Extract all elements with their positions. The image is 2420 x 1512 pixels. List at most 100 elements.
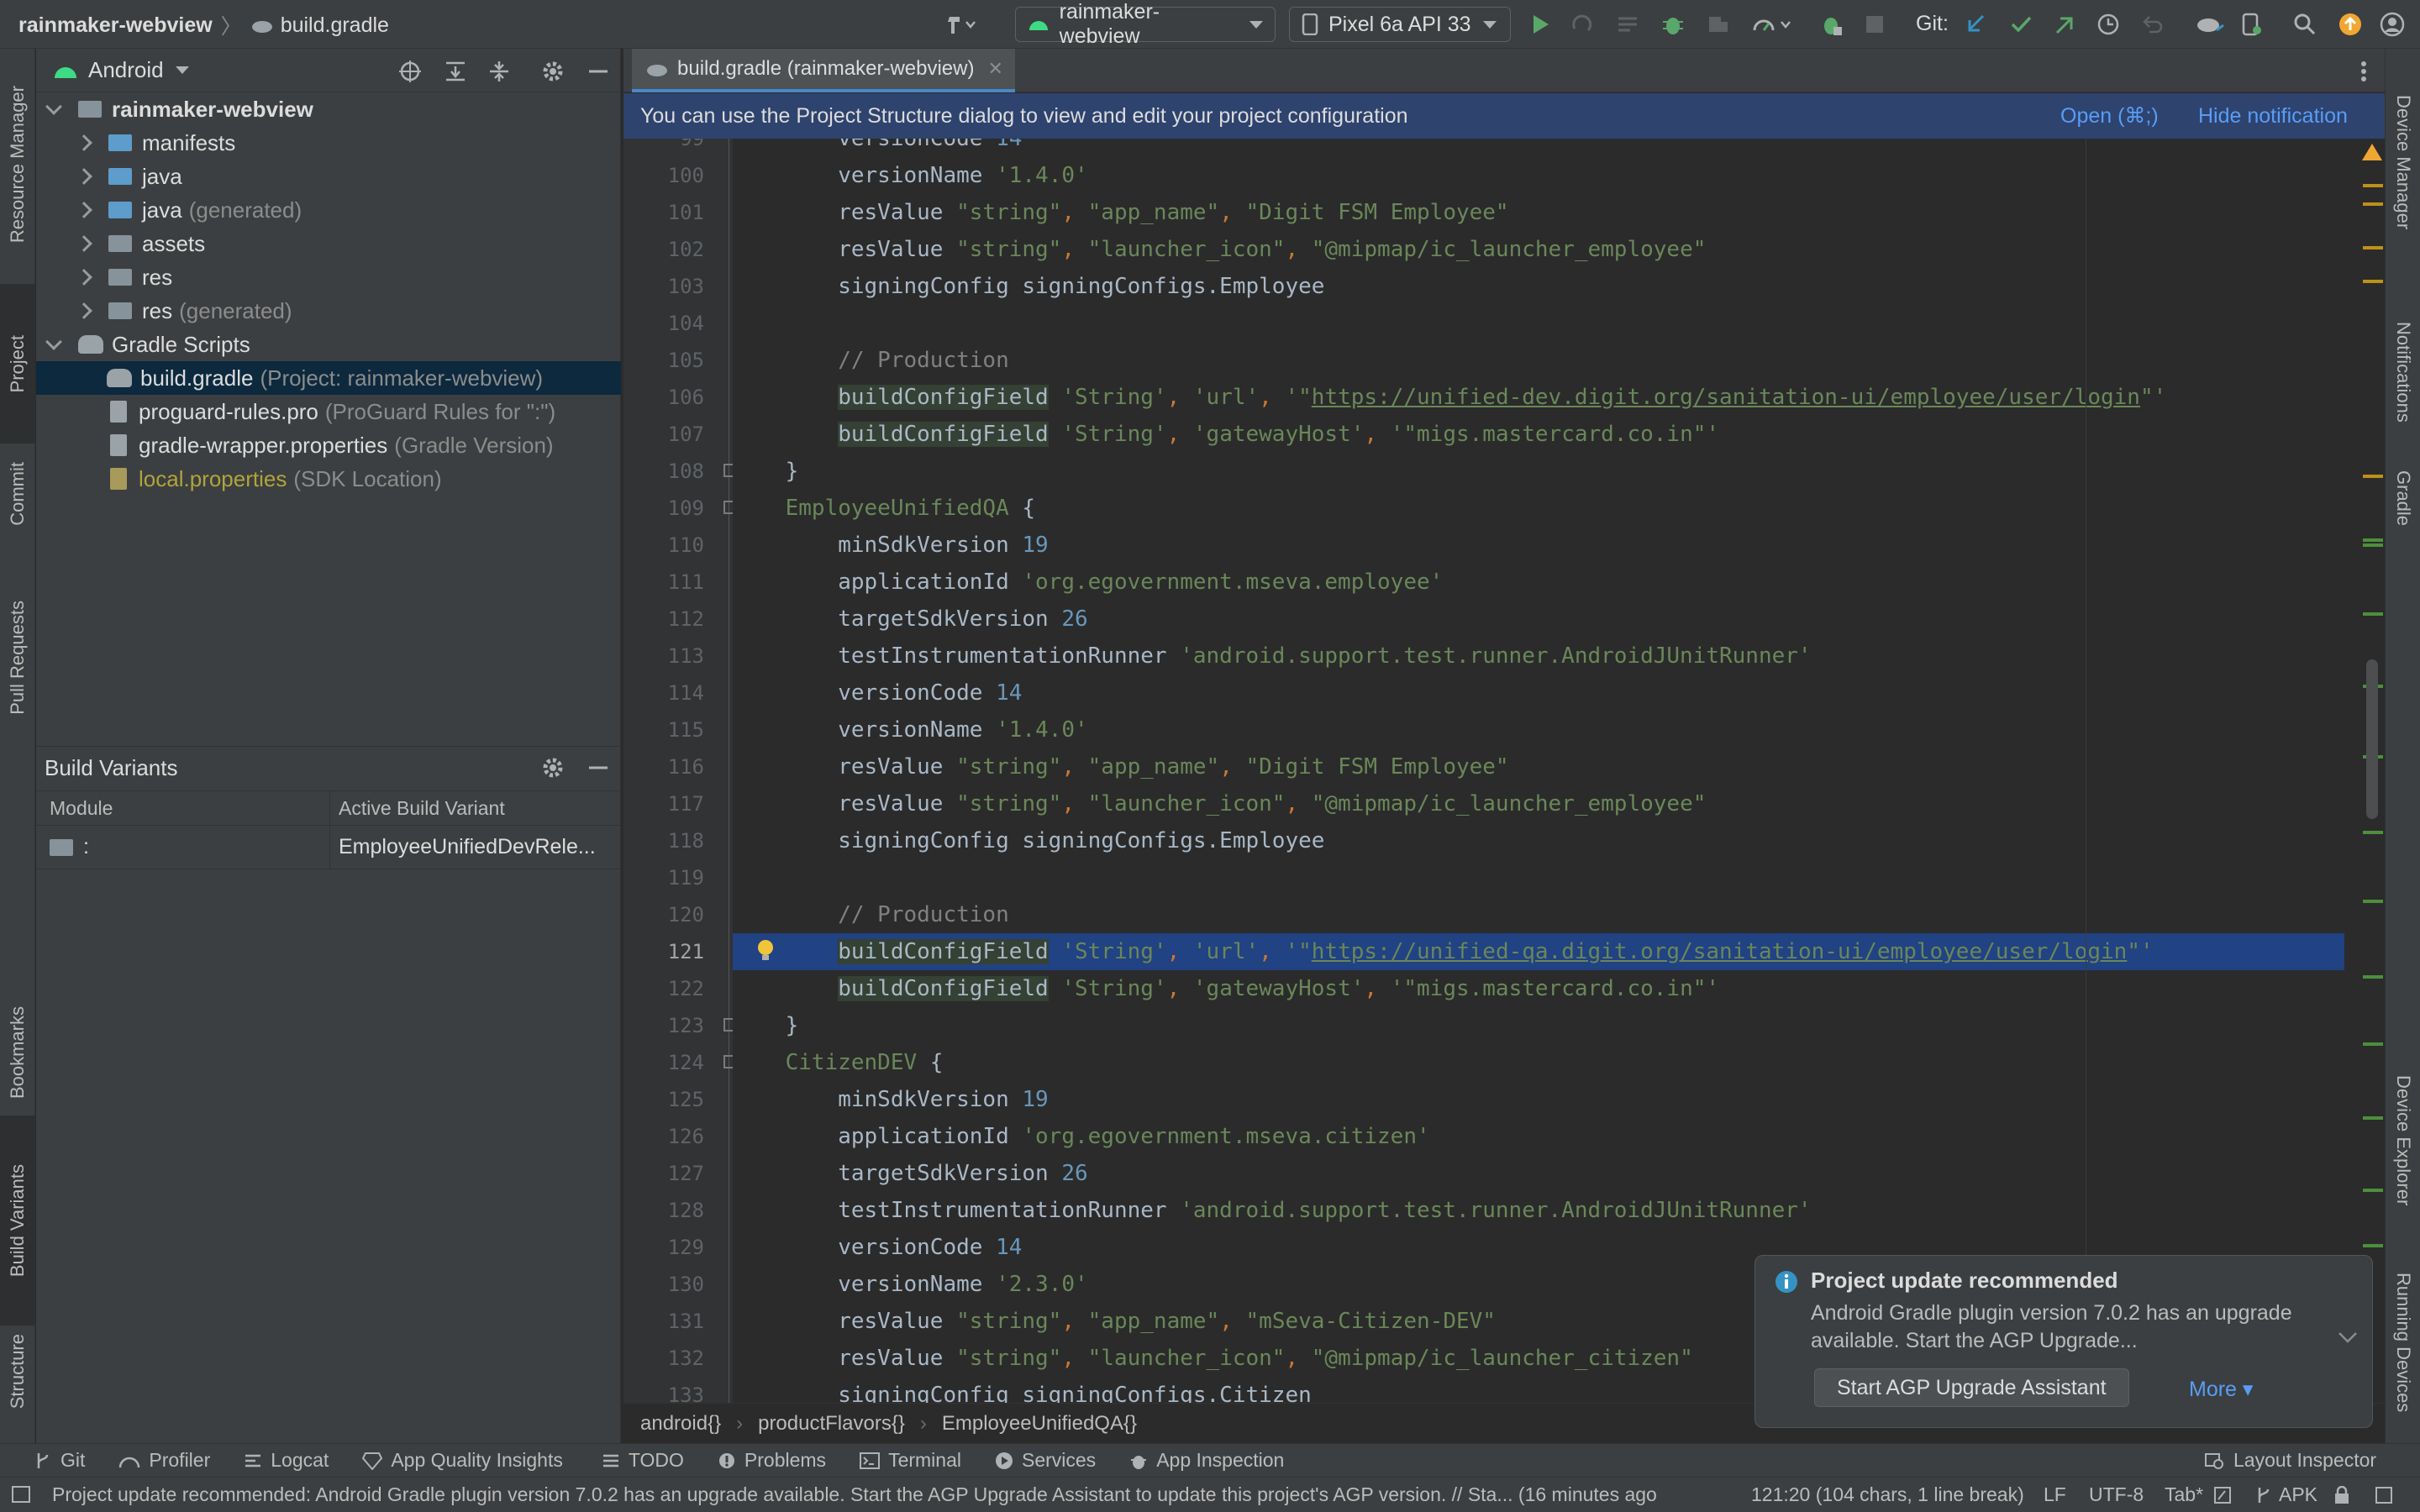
indent-setting[interactable]: Tab* <box>2165 1483 2203 1506</box>
minimize-icon[interactable] <box>586 59 611 84</box>
device-selector[interactable]: Pixel 6a API 33 <box>1289 7 1511 42</box>
breadcrumb-file[interactable]: build.gradle <box>281 13 389 38</box>
vcs-marker[interactable] <box>2363 1042 2383 1046</box>
line-number[interactable]: 103 <box>623 275 704 298</box>
gear-icon[interactable] <box>540 755 566 780</box>
line-number[interactable]: 106 <box>623 386 704 409</box>
tool-app-quality-insights[interactable]: App Quality Insights <box>362 1449 563 1472</box>
line-number[interactable]: 129 <box>623 1236 704 1259</box>
run-icon[interactable] <box>1528 12 1553 37</box>
tree-item-build-gradle[interactable]: build.gradle (Project: rainmaker-webview) <box>36 361 621 395</box>
file-encoding[interactable]: UTF-8 <box>2089 1483 2144 1506</box>
tab-notifications[interactable]: Notifications <box>2386 276 2420 469</box>
vcs-marker[interactable] <box>2363 612 2383 616</box>
line-number[interactable]: 111 <box>623 570 704 594</box>
more-options-icon[interactable] <box>2358 59 2370 84</box>
apply-code-changes-icon[interactable] <box>1615 12 1640 37</box>
vcs-marker[interactable] <box>2363 1116 2383 1120</box>
tab-build-gradle[interactable]: build.gradle (rainmaker-webview) ✕ <box>632 49 1015 92</box>
tab-device-explorer[interactable]: Device Explorer <box>2386 1040 2420 1242</box>
line-number[interactable]: 110 <box>623 533 704 557</box>
vcs-marker[interactable] <box>2363 538 2383 542</box>
line-number[interactable]: 125 <box>623 1088 704 1111</box>
expand-all-icon[interactable] <box>443 59 468 84</box>
breadcrumb-item[interactable]: productFlavors{} <box>758 1412 905 1436</box>
tab-build-variants[interactable]: Build Variants <box>0 1116 35 1326</box>
locate-icon[interactable] <box>397 59 423 84</box>
tool-layout-inspector[interactable]: Layout Inspector <box>2205 1449 2376 1472</box>
line-number[interactable]: 127 <box>623 1162 704 1185</box>
line-number[interactable]: 130 <box>623 1273 704 1296</box>
line-number[interactable]: 131 <box>623 1310 704 1333</box>
collapse-all-icon[interactable] <box>487 59 512 84</box>
warning-marker[interactable] <box>2363 280 2383 283</box>
editor-error-stripe[interactable] <box>2344 139 2385 1403</box>
line-number[interactable]: 102 <box>623 238 704 261</box>
line-number[interactable]: 133 <box>623 1383 704 1403</box>
code-editor[interactable]: versionCode 14 versionName '1.4.0' resVa… <box>733 139 2385 1403</box>
line-number[interactable]: 123 <box>623 1014 704 1037</box>
hide-notification-link[interactable]: Hide notification <box>2198 104 2348 129</box>
tab-running-devices[interactable]: Running Devices <box>2386 1242 2420 1443</box>
git-branch-icon[interactable] <box>2255 1486 2272 1504</box>
breadcrumb-item[interactable]: EmployeeUnifiedQA{} <box>942 1412 1137 1436</box>
tool-profiler[interactable]: Profiler <box>118 1449 210 1472</box>
line-number[interactable]: 104 <box>623 312 704 335</box>
chevron-right-icon[interactable] <box>76 302 92 319</box>
git-push-icon[interactable] <box>2052 12 2077 37</box>
warning-marker[interactable] <box>2363 246 2383 249</box>
tab-commit[interactable]: Commit <box>0 418 35 570</box>
line-separator[interactable]: LF <box>2044 1483 2066 1506</box>
tree-item-root[interactable]: rainmaker-webview <box>36 92 621 126</box>
variant-cell[interactable]: EmployeeUnifiedDevRele... <box>330 835 621 859</box>
more-link[interactable]: More ▾ <box>2189 1377 2253 1402</box>
tree-item-java[interactable]: java <box>36 160 621 193</box>
warning-marker[interactable] <box>2363 184 2383 187</box>
chevron-down-icon[interactable] <box>175 66 189 74</box>
fold-icon[interactable] <box>723 463 733 480</box>
tool-app-inspection[interactable]: App Inspection <box>1129 1449 1284 1472</box>
tree-item-proguard[interactable]: proguard-rules.pro (ProGuard Rules for ":… <box>36 395 621 428</box>
line-number[interactable]: 117 <box>623 792 704 816</box>
column-header-variant[interactable]: Active Build Variant <box>330 797 621 820</box>
project-view-selector[interactable]: Android <box>88 57 164 83</box>
line-number[interactable]: 120 <box>623 903 704 927</box>
warning-icon[interactable] <box>2361 142 2383 162</box>
line-number[interactable]: 109 <box>623 496 704 520</box>
tab-pull-requests[interactable]: Pull Requests <box>0 553 35 763</box>
line-number[interactable]: 118 <box>623 829 704 853</box>
tab-resource-manager[interactable]: Resource Manager <box>0 57 35 272</box>
vcs-marker[interactable] <box>2363 900 2383 903</box>
chevron-right-icon[interactable] <box>76 168 92 185</box>
tree-item-res-generated[interactable]: res (generated) <box>36 294 621 328</box>
apk-label[interactable]: APK <box>2279 1483 2317 1506</box>
tree-item-gradle-scripts[interactable]: Gradle Scripts <box>36 328 621 361</box>
status-message[interactable]: Project update recommended: Android Grad… <box>52 1483 1657 1506</box>
line-number[interactable]: 105 <box>623 349 704 372</box>
line-number[interactable]: 101 <box>623 201 704 224</box>
fold-icon[interactable] <box>723 1054 733 1071</box>
line-number[interactable]: 113 <box>623 644 704 668</box>
vcs-marker[interactable] <box>2363 975 2383 979</box>
lock-icon[interactable] <box>2333 1486 2351 1504</box>
open-link[interactable]: Open (⌘;) <box>2060 103 2159 129</box>
chevron-down-icon[interactable] <box>2337 1330 2359 1345</box>
tool-todo[interactable]: TODO <box>602 1449 684 1472</box>
chevron-right-icon[interactable] <box>76 235 92 252</box>
tree-item-manifests[interactable]: manifests <box>36 126 621 160</box>
close-icon[interactable]: ✕ <box>987 58 1002 80</box>
tree-item-assets[interactable]: assets <box>36 227 621 260</box>
profile-icon[interactable] <box>1751 12 1793 37</box>
ide-update-icon[interactable] <box>2338 12 2363 37</box>
tab-structure[interactable]: Structure <box>0 1300 35 1443</box>
build-hammer-icon[interactable] <box>944 12 976 37</box>
gradle-sync-icon[interactable] <box>2195 12 2227 37</box>
device-manager-icon[interactable] <box>2238 12 2264 37</box>
line-number[interactable]: 107 <box>623 423 704 446</box>
line-number[interactable]: 126 <box>623 1125 704 1148</box>
vcs-marker[interactable] <box>2363 831 2383 834</box>
tool-problems[interactable]: Problems <box>718 1449 826 1472</box>
attach-debugger-icon[interactable] <box>1706 12 1731 37</box>
memory-indicator-icon[interactable] <box>2375 1486 2393 1504</box>
chevron-down-icon[interactable] <box>45 333 62 350</box>
